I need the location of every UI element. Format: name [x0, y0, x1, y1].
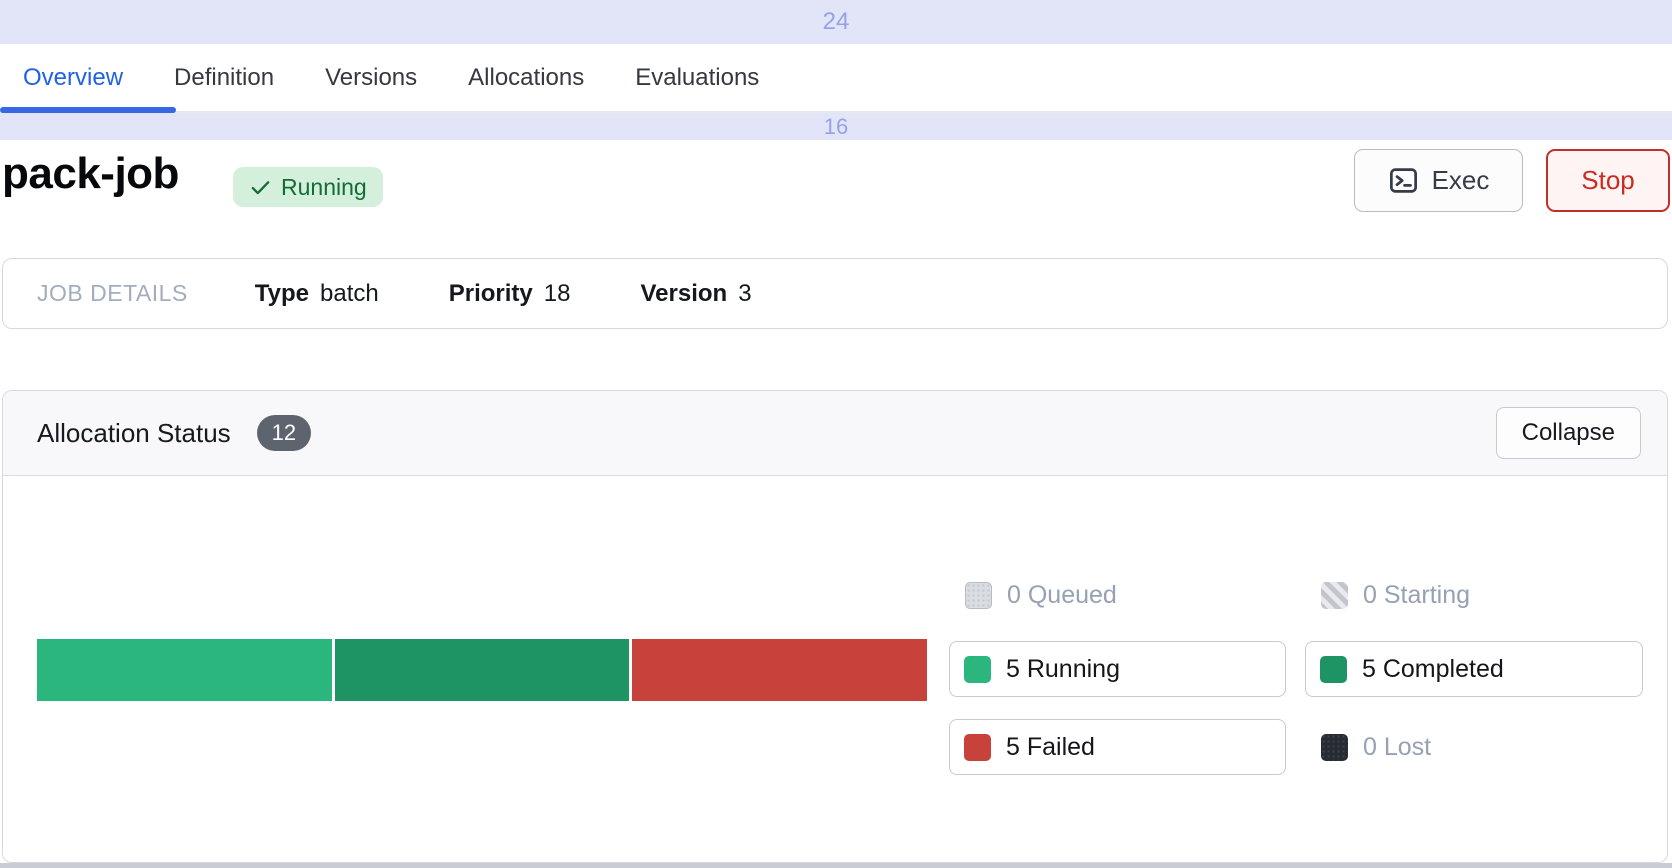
allocation-count-badge: 12	[257, 415, 311, 451]
tab-evaluations[interactable]: Evaluations	[635, 64, 759, 92]
job-detail-version-label: Version	[640, 280, 727, 308]
terminal-icon	[1388, 165, 1419, 196]
status-badge: Running	[233, 167, 383, 207]
legend-item-starting[interactable]: 0 Starting	[1321, 580, 1470, 610]
job-detail-version-value: 3	[738, 280, 751, 308]
job-detail-type-label: Type	[255, 280, 309, 308]
legend-failed-label: 5 Failed	[1006, 733, 1095, 762]
allocation-status-header: Allocation Status 12 Collapse	[3, 391, 1667, 476]
allocation-status-title: Allocation Status	[37, 418, 231, 449]
collapse-button-label: Collapse	[1522, 419, 1615, 447]
spacing-value-top: 24	[823, 8, 850, 36]
spacing-annotation-bar-middle: 16	[0, 113, 1672, 140]
failed-swatch-icon	[964, 734, 991, 761]
legend-starting-label: 0 Starting	[1363, 581, 1470, 610]
job-detail-priority-label: Priority	[449, 280, 533, 308]
stop-button[interactable]: Stop	[1546, 149, 1670, 212]
legend-item-failed[interactable]: 5 Failed	[949, 719, 1286, 775]
legend-item-running[interactable]: 5 Running	[949, 641, 1286, 697]
queued-swatch-icon	[965, 582, 992, 609]
job-detail-version: Version 3	[640, 280, 751, 308]
job-details-panel: JOB DETAILS Type batch Priority 18 Versi…	[2, 258, 1668, 329]
legend-completed-label: 5 Completed	[1362, 655, 1504, 684]
stop-button-label: Stop	[1581, 165, 1635, 196]
viewport-bottom-edge	[0, 863, 1672, 868]
legend-queued-label: 0 Queued	[1007, 581, 1117, 610]
job-details-section-label: JOB DETAILS	[37, 280, 188, 307]
job-detail-type-value: batch	[320, 280, 379, 308]
exec-button[interactable]: Exec	[1354, 149, 1523, 212]
allocation-status-bar[interactable]	[37, 639, 927, 701]
allocation-status-body: 0 Queued 0 Starting 5 Running 5 Complete…	[3, 476, 1667, 862]
tab-allocations[interactable]: Allocations	[468, 64, 584, 92]
legend-lost-label: 0 Lost	[1363, 733, 1431, 762]
legend-running-label: 5 Running	[1006, 655, 1120, 684]
spacing-value-middle: 16	[824, 114, 848, 140]
tab-overview[interactable]: Overview	[23, 64, 123, 92]
running-swatch-icon	[964, 656, 991, 683]
job-detail-priority-value: 18	[544, 280, 571, 308]
bar-segment-failed[interactable]	[632, 639, 927, 701]
legend-item-queued[interactable]: 0 Queued	[965, 580, 1117, 610]
page-title: pack-job	[2, 149, 179, 199]
job-detail-type: Type batch	[255, 280, 379, 308]
collapse-button[interactable]: Collapse	[1496, 407, 1641, 459]
check-icon	[249, 176, 272, 199]
legend-item-lost[interactable]: 0 Lost	[1321, 719, 1431, 775]
completed-swatch-icon	[1320, 656, 1347, 683]
job-overview-page: 24 Overview Definition Versions Allocati…	[0, 0, 1672, 868]
allocation-status-panel: Allocation Status 12 Collapse 0 Queued 0…	[2, 390, 1668, 863]
status-badge-label: Running	[281, 174, 367, 201]
spacing-annotation-bar-top: 24	[0, 0, 1672, 44]
job-detail-priority: Priority 18	[449, 280, 571, 308]
tab-definition[interactable]: Definition	[174, 64, 274, 92]
lost-swatch-icon	[1321, 734, 1348, 761]
legend-item-completed[interactable]: 5 Completed	[1305, 641, 1643, 697]
exec-button-label: Exec	[1432, 165, 1490, 196]
tab-versions[interactable]: Versions	[325, 64, 417, 92]
starting-swatch-icon	[1321, 582, 1348, 609]
bar-segment-running[interactable]	[37, 639, 332, 701]
tab-bar: Overview Definition Versions Allocations…	[0, 44, 1672, 113]
bar-segment-completed[interactable]	[335, 639, 630, 701]
